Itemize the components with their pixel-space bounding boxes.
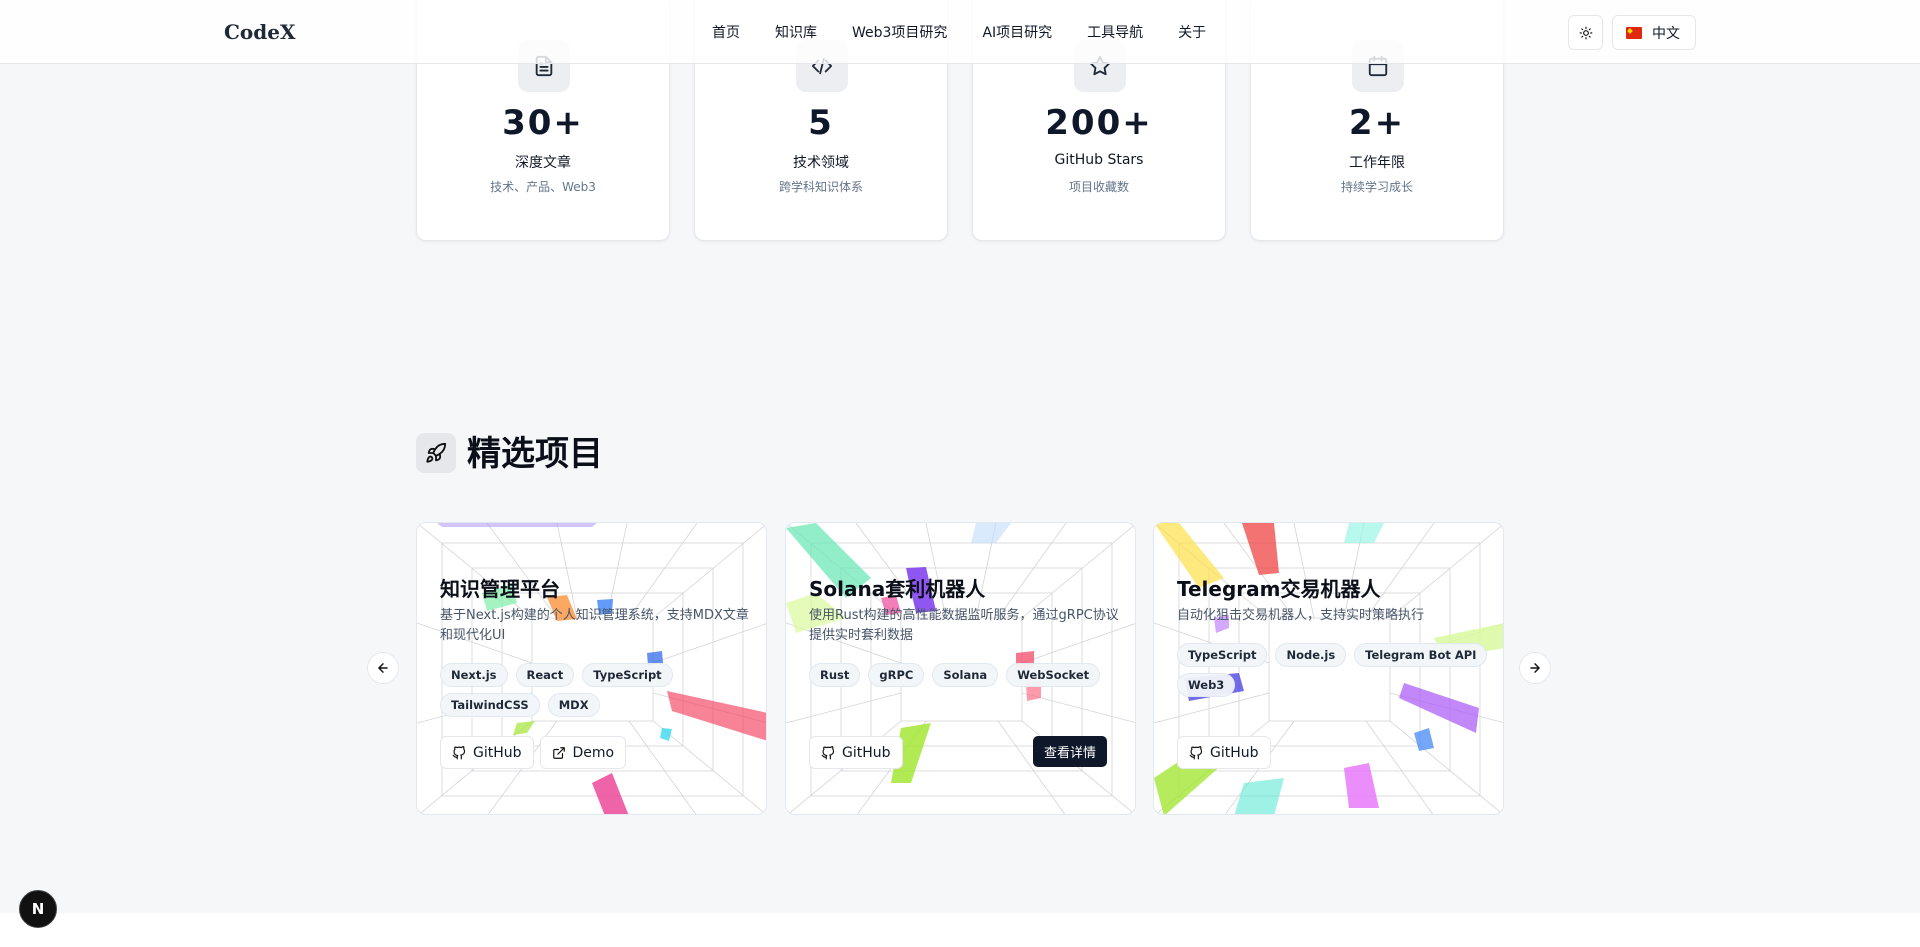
project-description: 使用Rust构建的高性能数据监听服务，通过gRPC协议提供实时套利数据 <box>809 608 1119 643</box>
arrow-right-icon <box>1530 663 1540 673</box>
next-section-background <box>0 913 1920 947</box>
tag: Rust <box>809 663 861 687</box>
language-label: 中文 <box>1652 25 1680 42</box>
project-actions: GitHub <box>809 736 903 769</box>
stat-value: 5 <box>808 103 834 143</box>
tag: TypeScript <box>582 663 673 687</box>
tag: MDX <box>547 693 600 717</box>
stat-value: 200+ <box>1045 103 1153 143</box>
tag: Web3 <box>1177 673 1236 697</box>
nav-tools[interactable]: 工具导航 <box>1087 22 1143 42</box>
section-title: 精选项目 <box>467 434 603 474</box>
stat-value: 30+ <box>502 103 584 143</box>
site-logo[interactable]: CodeX <box>224 20 295 44</box>
project-card[interactable]: 知识管理平台 基于Next.js构建的个人知识管理系统，支持MDX文章和现代化U… <box>416 522 767 815</box>
stat-sub: 持续学习成长 <box>1340 180 1413 194</box>
stat-sub: 技术、产品、Web3 <box>490 180 596 194</box>
tag: TypeScript <box>1177 643 1268 667</box>
stat-label: GitHub Stars <box>1054 152 1144 168</box>
tag: React <box>515 663 575 687</box>
stat-value: 2+ <box>1348 103 1406 143</box>
project-tags: Rust gRPC Solana WebSocket <box>809 663 1129 687</box>
tag: Solana <box>932 663 999 687</box>
nav-about[interactable]: 关于 <box>1178 22 1206 42</box>
github-icon <box>821 745 835 759</box>
project-tags: TypeScript Node.js Telegram Bot API Web3 <box>1177 643 1497 697</box>
tag: WebSocket <box>1006 663 1101 687</box>
tag: Next.js <box>440 663 508 687</box>
github-link-button[interactable]: GitHub <box>1177 736 1271 769</box>
github-icon <box>1189 745 1203 759</box>
carousel-next-button[interactable] <box>1519 652 1551 684</box>
stat-label: 深度文章 <box>515 155 571 171</box>
tag: Node.js <box>1275 643 1347 667</box>
theme-toggle-button[interactable] <box>1568 15 1603 50</box>
tag: TailwindCSS <box>440 693 540 717</box>
project-actions: GitHub Demo <box>440 736 627 769</box>
project-description: 基于Next.js构建的个人知识管理系统，支持MDX文章和现代化UI <box>440 608 749 643</box>
project-title: 知识管理平台 <box>440 577 560 601</box>
project-card[interactable]: Telegram交易机器人 自动化狙击交易机器人，支持实时策略执行 TypeSc… <box>1153 522 1504 815</box>
sun-icon <box>1579 26 1592 39</box>
project-title: Solana套利机器人 <box>809 577 986 601</box>
github-icon <box>452 745 466 759</box>
carousel-prev-button[interactable] <box>367 652 399 684</box>
demo-label: Demo <box>572 744 615 761</box>
china-flag-icon <box>1626 26 1642 39</box>
stat-sub: 项目收藏数 <box>1068 180 1129 194</box>
language-switcher[interactable]: 中文 <box>1612 15 1696 50</box>
project-title: Telegram交易机器人 <box>1177 577 1381 601</box>
nav-home[interactable]: 首页 <box>712 22 740 42</box>
nav-web3-research[interactable]: Web3项目研究 <box>852 22 947 42</box>
nav-knowledge[interactable]: 知识库 <box>775 22 817 42</box>
main-nav: 首页 知识库 Web3项目研究 AI项目研究 工具导航 关于 <box>712 22 1206 42</box>
nav-ai-research[interactable]: AI项目研究 <box>982 22 1052 42</box>
stat-label: 技术领域 <box>793 155 849 171</box>
github-label: GitHub <box>1210 744 1259 761</box>
project-tags: Next.js React TypeScript TailwindCSS MDX <box>440 663 760 717</box>
project-actions: GitHub <box>1177 736 1271 769</box>
view-details-button[interactable]: 查看详情 <box>1033 736 1108 767</box>
github-label: GitHub <box>842 744 891 761</box>
top-navbar: CodeX 首页 知识库 Web3项目研究 AI项目研究 工具导航 关于 中文 <box>0 0 1920 64</box>
tag: gRPC <box>868 663 925 687</box>
project-card[interactable]: Solana套利机器人 使用Rust构建的高性能数据监听服务，通过gRPC协议提… <box>785 522 1136 815</box>
demo-link-button[interactable]: Demo <box>539 736 627 769</box>
nextjs-dev-badge[interactable]: N <box>19 890 57 928</box>
github-link-button[interactable]: GitHub <box>440 736 534 769</box>
tag: Telegram Bot API <box>1354 643 1488 667</box>
rocket-icon <box>416 433 456 473</box>
github-link-button[interactable]: GitHub <box>809 736 903 769</box>
arrow-left-icon <box>378 663 388 673</box>
stat-label: 工作年限 <box>1349 155 1405 171</box>
external-link-icon <box>552 746 565 759</box>
stat-sub: 跨学科知识体系 <box>778 180 863 194</box>
github-label: GitHub <box>473 744 522 761</box>
project-description: 自动化狙击交易机器人，支持实时策略执行 <box>1177 608 1425 623</box>
